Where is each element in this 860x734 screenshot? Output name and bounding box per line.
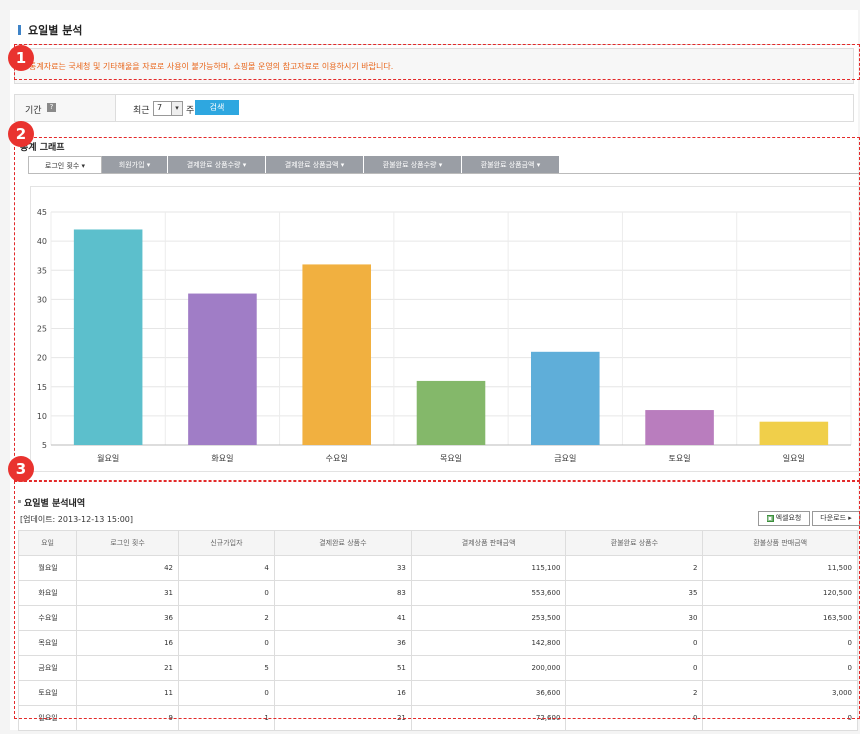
week-select[interactable]: 7 ▾ bbox=[153, 101, 183, 116]
step-badge-3: 3 bbox=[8, 456, 34, 482]
page-title: 요일별 분석 bbox=[28, 24, 83, 37]
step-badge-1: 1 bbox=[8, 45, 34, 71]
week-unit-label: 주 bbox=[186, 106, 195, 116]
title-bar: 요일별 분석 bbox=[14, 14, 854, 45]
highlight-box-3 bbox=[14, 481, 860, 719]
highlight-box-2 bbox=[14, 137, 860, 481]
step-badge-2: 2 bbox=[8, 121, 34, 147]
chevron-down-icon[interactable]: ▾ bbox=[171, 102, 182, 115]
title-marker bbox=[18, 25, 21, 35]
highlight-box-1 bbox=[14, 44, 860, 80]
week-select-value: 7 bbox=[157, 103, 163, 112]
filter-label-cell: 기간 ? bbox=[15, 95, 116, 121]
help-icon[interactable]: ? bbox=[47, 103, 56, 112]
search-button[interactable]: 검색 bbox=[195, 100, 239, 115]
period-label: 기간 bbox=[25, 106, 42, 116]
recent-label: 최근 bbox=[133, 106, 150, 116]
period-filter: 기간 ? 최근 7 ▾ 주 검색 bbox=[14, 94, 854, 122]
